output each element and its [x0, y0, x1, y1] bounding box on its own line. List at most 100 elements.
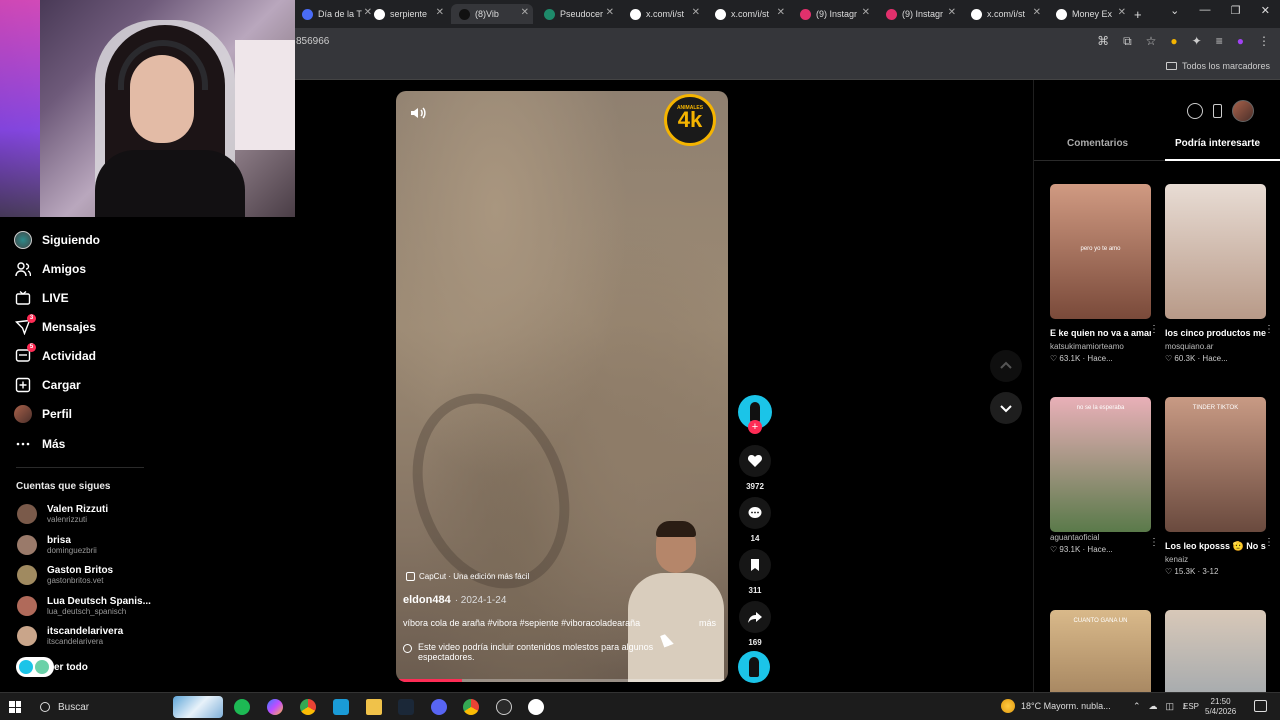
language-indicator[interactable]: ESP	[1183, 702, 1199, 711]
taskbar-search[interactable]: Buscar	[32, 695, 192, 719]
cloud-icon[interactable]: ☁	[1149, 701, 1158, 712]
tab-close-icon[interactable]: ✕	[1033, 7, 1041, 18]
video-author[interactable]: eldon484 · 2024-1-24	[403, 594, 506, 606]
sidebar-item-mensajes[interactable]: 3 Mensajes	[14, 314, 96, 336]
card-username[interactable]: mosquiano.ar	[1165, 342, 1266, 351]
tab-close-icon[interactable]: ✕	[692, 7, 700, 18]
chrome-profile-icon[interactable]	[463, 699, 479, 715]
file-explorer-icon[interactable]	[366, 699, 382, 715]
kebab-menu-icon[interactable]: ⋮	[1258, 34, 1270, 49]
obs-icon[interactable]	[496, 699, 512, 715]
like-button[interactable]: 3972	[738, 445, 772, 491]
video-thumbnail[interactable]: no se la esperaba	[1050, 397, 1151, 532]
followed-account[interactable]: brisa dominguezbrii	[17, 534, 97, 555]
browser-tab[interactable]: x.com/i/st ✕	[622, 4, 704, 24]
card-title[interactable]: E ke quien no va a amar al Duko 🥀 ...	[1050, 326, 1151, 341]
star-icon[interactable]: ☆	[1146, 34, 1157, 49]
app-circle-icon[interactable]	[528, 699, 544, 715]
save-button[interactable]: 311	[738, 549, 772, 595]
browser-tab[interactable]: x.com/i/st ✕	[963, 4, 1045, 24]
install-icon[interactable]: ⧉	[1123, 34, 1132, 49]
minimize-icon[interactable]: —	[1199, 4, 1210, 24]
followed-account[interactable]: Valen Rizzuti valenrizzuti	[17, 504, 108, 524]
tab-close-icon[interactable]: ✕	[521, 7, 529, 18]
sidebar-item-cargar[interactable]: Cargar	[14, 376, 81, 394]
recommended-video-card[interactable]: los cinco productos meno...mosquiano.ar ♡…	[1165, 184, 1274, 363]
next-video-button[interactable]	[990, 392, 1022, 424]
see-all-button[interactable]: er todo	[16, 657, 88, 677]
card-username[interactable]: aguantaoficial	[1050, 533, 1151, 542]
shield-app-icon[interactable]	[333, 699, 349, 715]
card-title[interactable]: Los leo kposss 🫡 No sean tibios ...	[1165, 539, 1266, 554]
card-username[interactable]: kenaiz	[1165, 555, 1266, 564]
sidebar-item-ms[interactable]: Más	[14, 435, 65, 453]
video-thumbnail[interactable]: pero yo te amo	[1050, 184, 1151, 319]
taskbar-clock[interactable]: 21:50 5/4/2026	[1205, 697, 1236, 717]
notifications-icon[interactable]	[1254, 700, 1267, 712]
phone-icon[interactable]	[1213, 104, 1222, 118]
color-wheel-icon[interactable]: ●	[1170, 34, 1177, 49]
tab-close-icon[interactable]: ✕	[1118, 7, 1126, 18]
tab-close-icon[interactable]: ✕	[436, 7, 444, 18]
tab-close-icon[interactable]: ✕	[862, 7, 870, 18]
tab-close-icon[interactable]: ✕	[606, 7, 614, 18]
video-progress-bar[interactable]	[396, 679, 728, 682]
windows-start-icon[interactable]	[9, 701, 21, 713]
comment-button[interactable]: 14	[738, 497, 772, 543]
more-button[interactable]: más	[699, 618, 716, 628]
extensions-icon[interactable]: ✦	[1192, 34, 1202, 49]
browser-tab[interactable]: (9) Instagr ✕	[792, 4, 874, 24]
card-options-icon[interactable]: ⋮	[1149, 324, 1159, 335]
browser-tab[interactable]: x.com/i/st ✕	[707, 4, 789, 24]
sidebar-item-actividad[interactable]: 5 Actividad	[14, 343, 96, 365]
restore-icon[interactable]: ❐	[1231, 4, 1241, 24]
close-icon[interactable]: ✕	[1261, 4, 1270, 24]
sidebar-item-siguiendo[interactable]: Siguiendo	[14, 231, 100, 249]
sound-disc[interactable]	[738, 651, 770, 683]
tab-close-icon[interactable]: ✕	[948, 7, 956, 18]
previous-video-button[interactable]	[990, 350, 1022, 382]
browser-tab[interactable]: Día de la T ✕	[294, 4, 376, 24]
search-highlight-image[interactable]	[173, 696, 223, 718]
browser-tab[interactable]: (8)Vib ✕	[451, 4, 533, 24]
browser-tab[interactable]: Money Ex ✕	[1048, 4, 1130, 24]
followed-account[interactable]: Gaston Britos gastonbritos.vet	[17, 565, 113, 585]
compass-icon[interactable]	[1187, 103, 1203, 119]
steam-icon[interactable]	[398, 699, 414, 715]
tab-close-icon[interactable]: ✕	[777, 7, 785, 18]
author-name[interactable]: eldon484	[403, 594, 451, 606]
all-bookmarks-button[interactable]: Todos los marcadores	[1165, 61, 1270, 71]
follow-plus-icon[interactable]: +	[748, 420, 762, 434]
recommended-video-card[interactable]: TINDER TIKTOK Los leo kposss 🫡 No sean ti…	[1165, 397, 1274, 576]
media-icon[interactable]: ≡	[1216, 34, 1223, 49]
browser-tab[interactable]: serpiente ✕	[366, 4, 448, 24]
discord-icon[interactable]	[431, 699, 447, 715]
video-player[interactable]: ANIMALES 4k CapCut · Una edición más fác…	[396, 91, 728, 682]
card-options-icon[interactable]: ⋮	[1149, 537, 1159, 548]
sidebar-item-perfil[interactable]: Perfil	[14, 405, 72, 423]
tab-might-interest[interactable]: Podría interesarte	[1175, 138, 1260, 149]
capcut-label[interactable]: CapCut · Una edición más fácil	[406, 572, 529, 581]
sidebar-item-live[interactable]: LIVE	[14, 289, 69, 307]
weather-widget[interactable]: 18°C Mayorm. nubla...	[1001, 699, 1111, 713]
video-thumbnail[interactable]: TINDER TIKTOK	[1165, 397, 1266, 532]
profile-icon[interactable]: ●	[1237, 34, 1244, 49]
followed-account[interactable]: itscandelarivera itscandelarivera	[17, 626, 123, 646]
user-avatar[interactable]	[1232, 100, 1254, 122]
card-options-icon[interactable]: ⋮	[1264, 537, 1274, 548]
chevron-down-icon[interactable]: ⌄	[1170, 4, 1179, 24]
browser-tab[interactable]: (9) Instagr ✕	[878, 4, 960, 24]
followed-account[interactable]: Lua Deutsch Spanis... lua_deutsch_spanisc…	[17, 595, 151, 616]
chevron-up-icon[interactable]: ⌃	[1133, 701, 1141, 712]
network-icon[interactable]: ◫	[1166, 701, 1175, 712]
browser-tab[interactable]: Pseudocer ✕	[536, 4, 618, 24]
new-tab-button[interactable]: +	[1134, 4, 1154, 24]
translate-icon[interactable]: ⌘	[1097, 34, 1109, 49]
copilot-icon[interactable]	[267, 699, 283, 715]
video-thumbnail[interactable]	[1165, 184, 1266, 319]
share-button[interactable]: 169	[738, 601, 772, 647]
url-field[interactable]: 856966	[296, 36, 329, 47]
sidebar-item-amigos[interactable]: Amigos	[14, 260, 86, 278]
card-username[interactable]: katsukimamiorteamo	[1050, 342, 1151, 351]
volume-icon[interactable]	[408, 103, 428, 123]
